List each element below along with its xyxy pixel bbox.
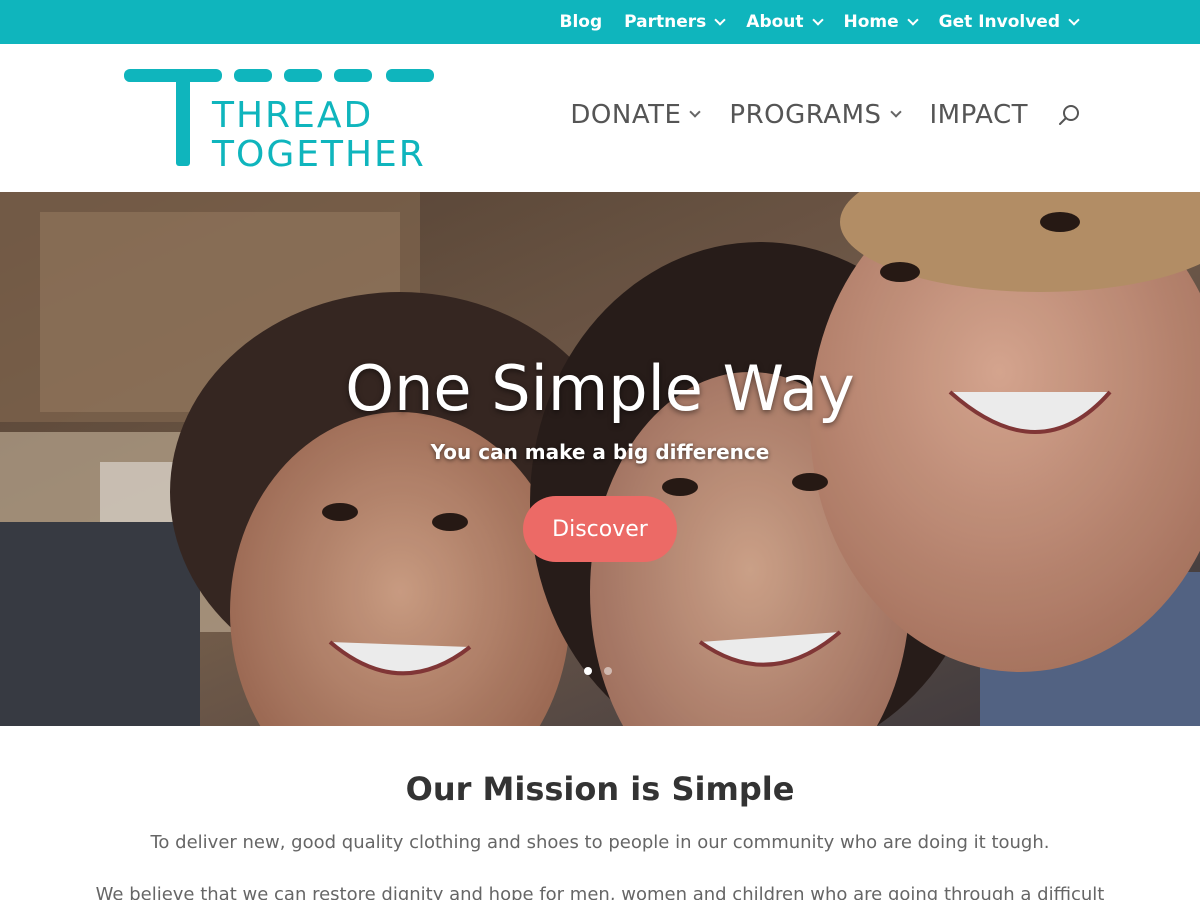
mainnav-item-impact[interactable]: IMPACT [930, 100, 1028, 130]
main-navigation: DONATE PROGRAMS IMPACT [570, 100, 1080, 130]
top-navigation: Blog Partners About Home Get Involved [560, 0, 1080, 44]
mission-heading: Our Mission is Simple [405, 770, 795, 808]
hero-slider: One Simple Way You can make a big differ… [0, 192, 1200, 726]
logo-line1: THREAD [211, 95, 373, 136]
mainnav-label: DONATE [570, 100, 682, 130]
mainnav-label: IMPACT [929, 100, 1028, 130]
mission-text: We believe that we can restore dignity a… [95, 884, 1105, 900]
slider-dot-2[interactable] [604, 667, 612, 675]
top-bar: Blog Partners About Home Get Involved [0, 0, 1200, 44]
logo-line2: TOGETHER [211, 134, 426, 169]
topnav-item-get-involved[interactable]: Get Involved [938, 12, 1080, 32]
site-header: THREAD TOGETHER DONATE PROGRAMS IMPACT [0, 44, 1200, 192]
thread-together-logo[interactable]: THREAD TOGETHER [124, 69, 436, 169]
discover-button[interactable]: Discover [523, 496, 677, 562]
chevron-down-icon [689, 106, 702, 118]
chevron-down-icon [889, 106, 902, 118]
topnav-item-home[interactable]: Home [843, 12, 919, 32]
chevron-down-icon [907, 14, 919, 26]
hero-title: One Simple Way [345, 352, 855, 425]
topnav-item-about[interactable]: About [746, 12, 824, 32]
topnav-label: Get Involved [938, 12, 1060, 32]
hero-subtitle: You can make a big difference [430, 440, 770, 464]
chevron-down-icon [811, 14, 824, 26]
mainnav-label: PROGRAMS [729, 100, 882, 130]
topnav-label: About [746, 12, 804, 32]
mainnav-item-programs[interactable]: PROGRAMS [729, 100, 902, 130]
slider-pagination [584, 667, 612, 675]
search-icon[interactable] [1058, 104, 1080, 126]
topnav-label: Home [843, 12, 899, 32]
topnav-item-blog[interactable]: Blog [560, 12, 603, 32]
chevron-down-icon [1068, 14, 1080, 26]
topnav-label: Blog [559, 12, 603, 32]
slider-dot-1[interactable] [584, 667, 592, 675]
chevron-down-icon [714, 14, 726, 26]
mainnav-item-donate[interactable]: DONATE [570, 100, 702, 130]
topnav-item-partners[interactable]: Partners [624, 12, 726, 32]
mission-text: To deliver new, good quality clothing an… [150, 832, 1050, 853]
topnav-label: Partners [624, 12, 707, 32]
